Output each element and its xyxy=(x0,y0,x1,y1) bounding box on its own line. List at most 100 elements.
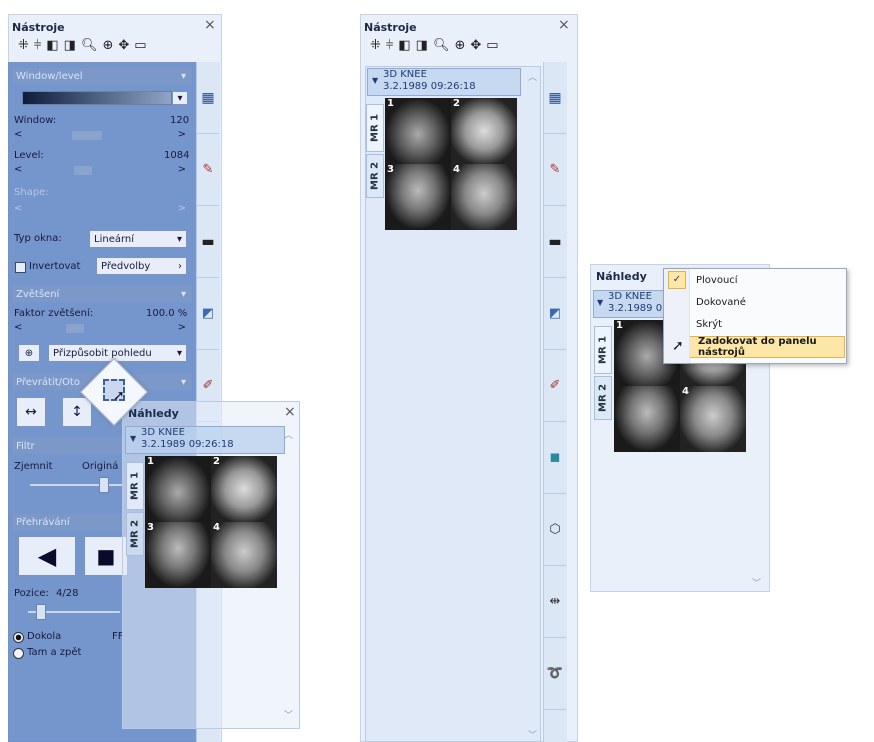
thumbnail-1[interactable]: 1 xyxy=(385,98,451,164)
scroll-up-icon[interactable]: ︿ xyxy=(284,428,293,441)
annotation-icon[interactable]: ✎ xyxy=(544,134,566,206)
scroll-down-icon[interactable]: ﹀ xyxy=(284,708,293,721)
zoom-region-button[interactable]: ⊕ xyxy=(18,344,40,362)
shape-label: Shape: xyxy=(14,187,49,198)
measure-tool-icon[interactable]: ⫩ xyxy=(386,38,393,53)
layout-icon[interactable]: ▦ xyxy=(197,62,219,134)
thumbnail-4[interactable]: 4 xyxy=(211,522,277,588)
study-name: 3D KNEE xyxy=(608,291,652,302)
contrast-tool-icon[interactable]: ◨ xyxy=(64,38,76,53)
thumbnail-3[interactable]: 3 xyxy=(385,164,451,230)
contrast-tool-icon[interactable]: ◨ xyxy=(416,38,428,53)
checkmark-icon: ✓ xyxy=(668,271,686,289)
close-icon[interactable]: × xyxy=(558,17,570,33)
study-date: 3.2.1989 09:26:18 xyxy=(383,81,476,92)
invert-checkbox[interactable] xyxy=(15,262,26,273)
loop-radio[interactable] xyxy=(13,632,24,643)
lut-gradient[interactable] xyxy=(22,91,172,105)
scroll-up-icon[interactable]: ︿ xyxy=(528,70,537,83)
lasso-icon[interactable]: ➰ xyxy=(544,638,566,710)
film-icon[interactable]: ⇹ xyxy=(544,566,566,638)
tab-mr1[interactable]: MR 1 xyxy=(126,462,144,510)
more-tools-icon[interactable]: ▭ xyxy=(134,38,146,53)
section-filter[interactable]: Filtr xyxy=(12,438,132,454)
fit-view-select[interactable]: Přizpůsobit pohledu ▾ xyxy=(48,344,187,362)
menu-item-hide[interactable]: Skrýt xyxy=(664,313,846,335)
window-value: 120 xyxy=(170,115,190,126)
level-label: Level: xyxy=(14,150,44,161)
thumbnail-4[interactable]: 4 xyxy=(680,386,746,452)
globe-icon[interactable]: ◼ xyxy=(544,422,566,494)
more-tools-icon[interactable]: ▭ xyxy=(486,38,498,53)
lut-dropdown[interactable]: ▾ xyxy=(172,91,188,105)
annotation-icon[interactable]: ✎ xyxy=(197,134,219,206)
chart-icon[interactable]: ◩ xyxy=(197,278,219,350)
floating-panel-title: Náhledy xyxy=(128,407,179,420)
play-reverse-button[interactable]: ◀ xyxy=(18,536,76,576)
tab-mr2[interactable]: MR 2 xyxy=(126,512,144,556)
scroll-down-icon[interactable]: ﹀ xyxy=(528,728,537,741)
study-header[interactable]: ▼ 3D KNEE 3.2.1989 0 xyxy=(593,290,667,318)
collapse-icon[interactable]: ▼ xyxy=(372,75,378,87)
invert-label: Invertovat xyxy=(29,261,81,272)
thumbnail-3[interactable]: 3 xyxy=(145,522,211,588)
measure-tool-icon[interactable]: ⫩ xyxy=(34,38,41,53)
thumbnail-2[interactable]: 2 xyxy=(451,98,517,164)
window-type-select[interactable]: Lineární ▾ xyxy=(89,230,187,248)
chart-icon[interactable]: ◩ xyxy=(544,278,566,350)
tab-mr2[interactable]: MR 2 xyxy=(594,376,612,420)
zoom-tool-icon[interactable]: 🔍︎ xyxy=(433,38,450,53)
pan-tool-icon[interactable]: ✥ xyxy=(470,38,481,53)
thumbnail-2[interactable]: 2 xyxy=(211,456,277,522)
bounce-radio[interactable] xyxy=(13,648,24,659)
menu-item-floating[interactable]: ✓ Plovoucí xyxy=(664,269,846,291)
collapse-icon[interactable]: ▼ xyxy=(130,433,136,445)
thumbnail-1[interactable]: 1 xyxy=(145,456,211,522)
thumbnail-3[interactable] xyxy=(614,386,680,452)
pointer-tool-icon[interactable]: ⁜ xyxy=(370,38,381,53)
scroll-down-icon[interactable]: ﹀ xyxy=(752,576,761,589)
zoom-slider[interactable]: < > xyxy=(14,322,186,333)
pan-tool-icon[interactable]: ✥ xyxy=(118,38,129,53)
brush-icon[interactable]: ✐ xyxy=(544,350,566,422)
window-tool-icon[interactable]: ◧ xyxy=(46,38,58,53)
dock-strip: ▦ ✎ ▬ ◩ ✐ ◼ ⬡ ⇹ ➰ xyxy=(543,62,567,742)
close-icon[interactable]: × xyxy=(204,17,216,33)
tab-mr1[interactable]: MR 1 xyxy=(366,104,384,152)
window-slider[interactable]: < > xyxy=(14,129,186,140)
floating-study-header[interactable]: ▼ 3D KNEE 3.2.1989 09:26:18 xyxy=(125,426,285,454)
tab-mr1[interactable]: MR 1 xyxy=(594,326,612,374)
window-tool-icon[interactable]: ◧ xyxy=(398,38,410,53)
close-icon[interactable]: × xyxy=(284,404,296,420)
zoom-tool-icon[interactable]: 🔍︎ xyxy=(81,38,98,53)
zoom-region-icon[interactable]: ⊕ xyxy=(454,38,465,53)
context-menu: ✓ Plovoucí Dokované Skrýt Zadokovat do pa… xyxy=(663,268,847,364)
menu-item-docked[interactable]: Dokované xyxy=(664,291,846,313)
collapse-icon[interactable]: ▼ xyxy=(597,297,603,309)
bounce-label: Tam a zpět xyxy=(27,647,82,658)
section-window-level[interactable]: Window/level ▾ xyxy=(12,68,192,84)
study-header[interactable]: ▼ 3D KNEE 3.2.1989 09:26:18 xyxy=(367,68,521,96)
tab-mr2[interactable]: MR 2 xyxy=(366,154,384,198)
toolbar: ⁜ ⫩ ◧ ◨ 🔍︎ ⊕ ✥ ▭ xyxy=(370,38,499,53)
zoom-region-icon[interactable]: ⊕ xyxy=(102,38,113,53)
flip-horizontal-button[interactable]: ↔ xyxy=(16,397,46,427)
zoom-factor-label: Faktor zvětšení: xyxy=(14,308,94,319)
pointer-tool-icon[interactable]: ⁜ xyxy=(18,38,29,53)
cube-icon[interactable]: ⬡ xyxy=(544,494,566,566)
study-date: 3.2.1989 09:26:18 xyxy=(141,439,234,450)
position-slider-thumb[interactable] xyxy=(36,604,46,620)
grid-icon[interactable]: ▬ xyxy=(544,206,566,278)
presets-button[interactable]: Předvolby › xyxy=(96,257,187,275)
thumbnail-4[interactable]: 4 xyxy=(451,164,517,230)
level-slider[interactable]: < > xyxy=(14,164,186,175)
study-name: 3D KNEE xyxy=(383,69,427,80)
flip-vertical-button[interactable]: ↕ xyxy=(62,397,92,427)
study-name: 3D KNEE xyxy=(141,427,185,438)
section-playback[interactable]: Přehrávání xyxy=(12,514,132,530)
section-zoom[interactable]: Zvětšení ▾ xyxy=(12,286,192,302)
layout-icon[interactable]: ▦ xyxy=(544,62,566,134)
menu-item-dock-to-toolbar[interactable]: Zadokovat do panelu nástrojů xyxy=(665,336,845,358)
filter-slider-thumb[interactable] xyxy=(99,477,109,493)
grid-icon[interactable]: ▬ xyxy=(197,206,219,278)
